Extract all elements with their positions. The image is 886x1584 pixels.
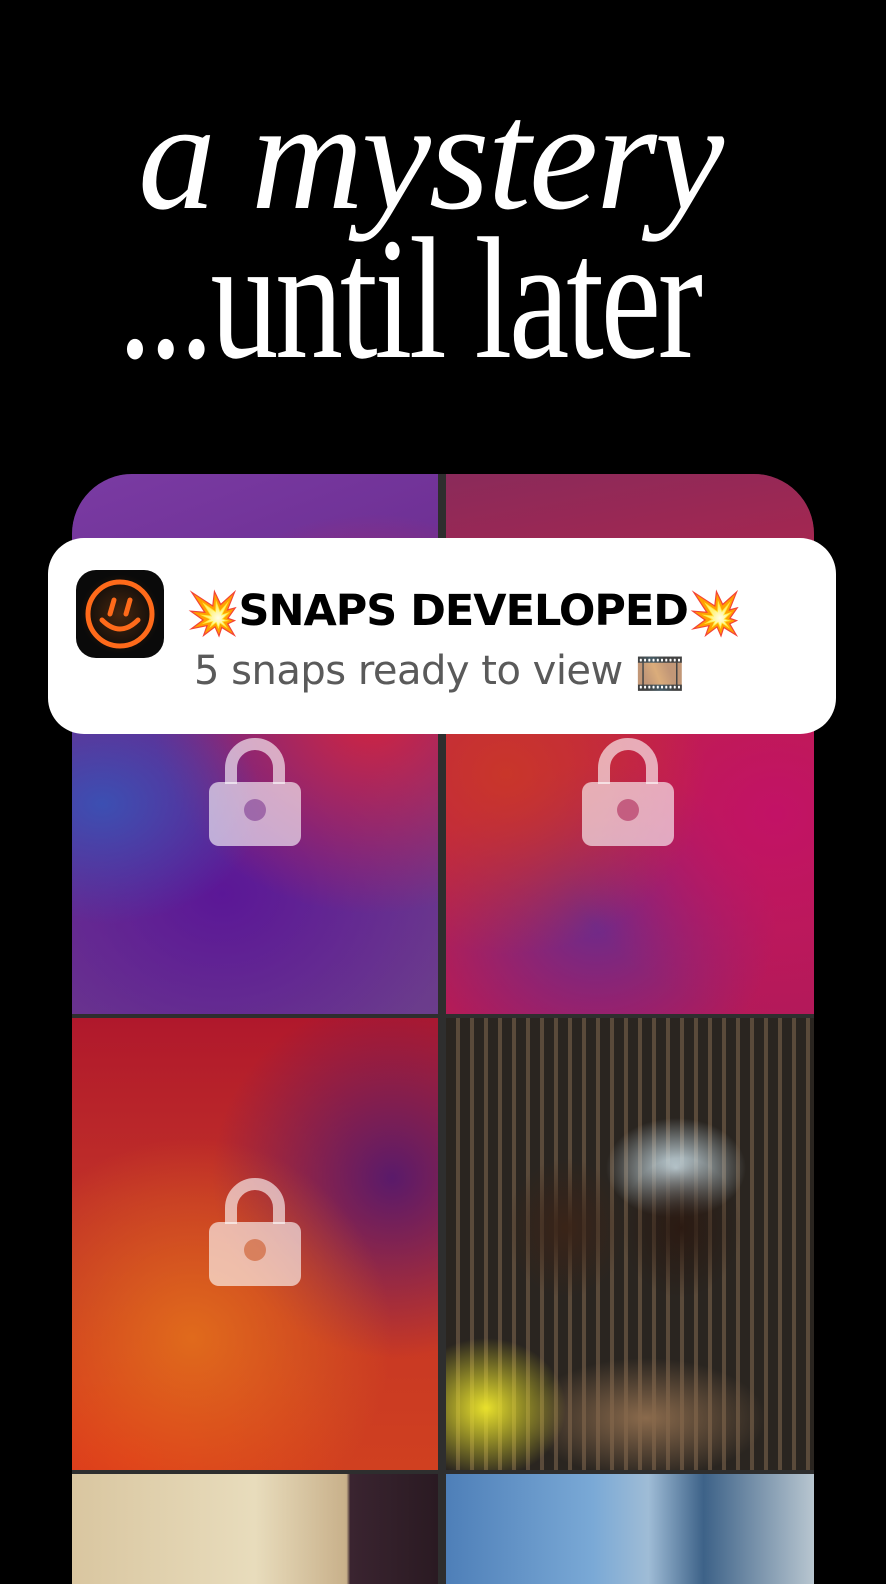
headline: a mystery ...until later [0,0,886,440]
snap-tile-locked[interactable] [72,1018,438,1470]
lock-icon [209,738,301,846]
snap-photo-friends-bar[interactable] [446,1018,814,1470]
lock-icon [582,738,674,846]
explosion-icon: 💥 [186,588,240,639]
explosion-icon: 💥 [687,588,742,639]
notification-title-text: SNAPS DEVELOPED [238,586,689,636]
notification-body-text: 5 snaps ready to view [194,648,623,694]
notification-title: 💥SNAPS DEVELOPED💥 [186,586,742,639]
snap-photo-city[interactable] [446,1474,814,1584]
smiley-logo-icon [76,570,164,658]
headline-line-2: ...until later [118,202,703,395]
snap-photo-building[interactable] [72,1474,438,1584]
notification-body: 5 snaps ready to view 🎞️ [194,648,685,697]
lock-icon [209,1178,301,1286]
film-frames-icon: 🎞️ [634,650,685,697]
notification-banner[interactable]: 💥SNAPS DEVELOPED💥 5 snaps ready to view … [48,538,836,734]
